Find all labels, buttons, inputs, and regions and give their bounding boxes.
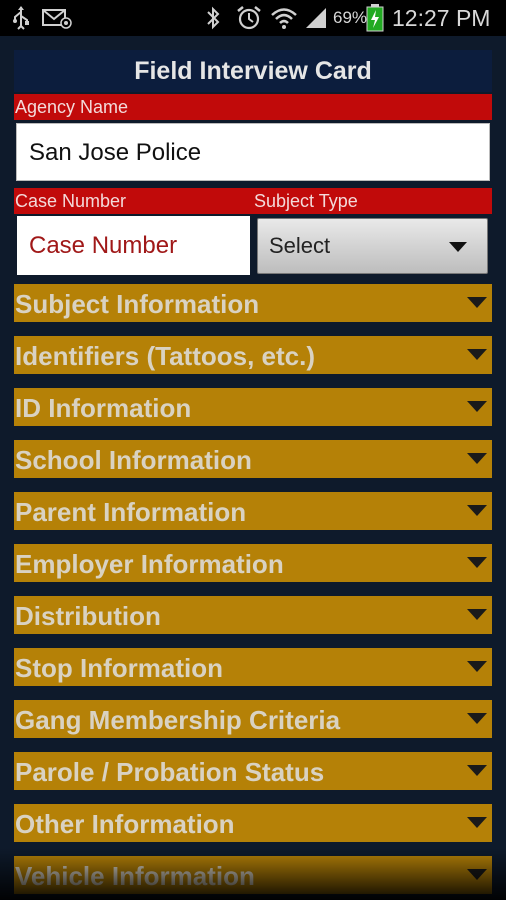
agency-name-value: San Jose Police xyxy=(29,139,202,166)
section-parole-probation-status[interactable]: Parole / Probation Status xyxy=(14,752,492,790)
title-bar: Field Interview Card xyxy=(14,50,492,92)
section-label: Stop Information xyxy=(15,653,223,683)
section-label: Parole / Probation Status xyxy=(15,757,325,787)
chevron-down-icon xyxy=(467,713,487,724)
section-label: Other Information xyxy=(15,809,235,839)
section-employer-information[interactable]: Employer Information xyxy=(14,544,492,582)
dropdown-arrow-icon xyxy=(449,242,467,252)
section-label: Employer Information xyxy=(15,549,284,579)
chevron-down-icon xyxy=(467,505,487,516)
section-label: ID Information xyxy=(15,393,192,423)
chevron-down-icon xyxy=(467,609,487,620)
chevron-down-icon xyxy=(467,401,487,412)
usb-icon xyxy=(10,0,32,36)
section-other-information[interactable]: Other Information xyxy=(14,804,492,842)
section-label: Parent Information xyxy=(15,497,247,527)
section-stop-information[interactable]: Stop Information xyxy=(14,648,492,686)
section-label: Subject Information xyxy=(15,289,260,319)
page-title: Field Interview Card xyxy=(134,56,372,85)
section-label: Vehicle Information xyxy=(15,861,255,891)
subject-type-select[interactable]: Select xyxy=(257,218,488,274)
section-identifiers[interactable]: Identifiers (Tattoos, etc.) xyxy=(14,336,492,374)
chevron-down-icon xyxy=(467,817,487,828)
battery-percent: 69% xyxy=(333,8,368,27)
chevron-down-icon xyxy=(467,661,487,672)
section-subject-information[interactable]: Subject Information xyxy=(14,284,492,322)
section-label: School Information xyxy=(15,445,252,475)
chevron-down-icon xyxy=(467,297,487,308)
section-label: Distribution xyxy=(15,601,161,631)
case-number-label: Case Number xyxy=(15,191,127,211)
section-vehicle-information[interactable]: Vehicle Information xyxy=(14,856,492,894)
chevron-down-icon xyxy=(467,349,487,360)
agency-label-bar: Agency Name xyxy=(14,94,492,120)
section-parent-information[interactable]: Parent Information xyxy=(14,492,492,530)
section-school-information[interactable]: School Information xyxy=(14,440,492,478)
status-bar: 69% 12:27 PM xyxy=(0,0,506,36)
chevron-down-icon xyxy=(467,453,487,464)
agency-name-field[interactable]: San Jose Police xyxy=(16,123,490,181)
alarm-icon xyxy=(236,0,262,36)
section-label: Gang Membership Criteria xyxy=(15,705,341,735)
bluetooth-icon xyxy=(205,0,221,36)
agency-label: Agency Name xyxy=(15,97,129,117)
section-id-information[interactable]: ID Information xyxy=(14,388,492,426)
wifi-icon xyxy=(270,0,298,36)
case-number-input[interactable] xyxy=(17,216,250,275)
section-label: Identifiers (Tattoos, etc.) xyxy=(15,341,315,371)
chevron-down-icon xyxy=(467,557,487,568)
clock: 12:27 PM xyxy=(392,4,491,31)
mail-icon xyxy=(42,0,72,36)
battery-charging-icon xyxy=(366,0,384,36)
subject-type-label: Subject Type xyxy=(254,191,358,211)
section-distribution[interactable]: Distribution xyxy=(14,596,492,634)
app-screen: Field Interview Card Agency Name San Jos… xyxy=(0,36,506,900)
subject-type-value: Select xyxy=(269,233,331,258)
chevron-down-icon xyxy=(467,869,487,880)
section-gang-membership-criteria[interactable]: Gang Membership Criteria xyxy=(14,700,492,738)
case-subject-label-bar: Case Number Subject Type xyxy=(14,188,492,214)
signal-icon xyxy=(304,0,328,36)
chevron-down-icon xyxy=(467,765,487,776)
